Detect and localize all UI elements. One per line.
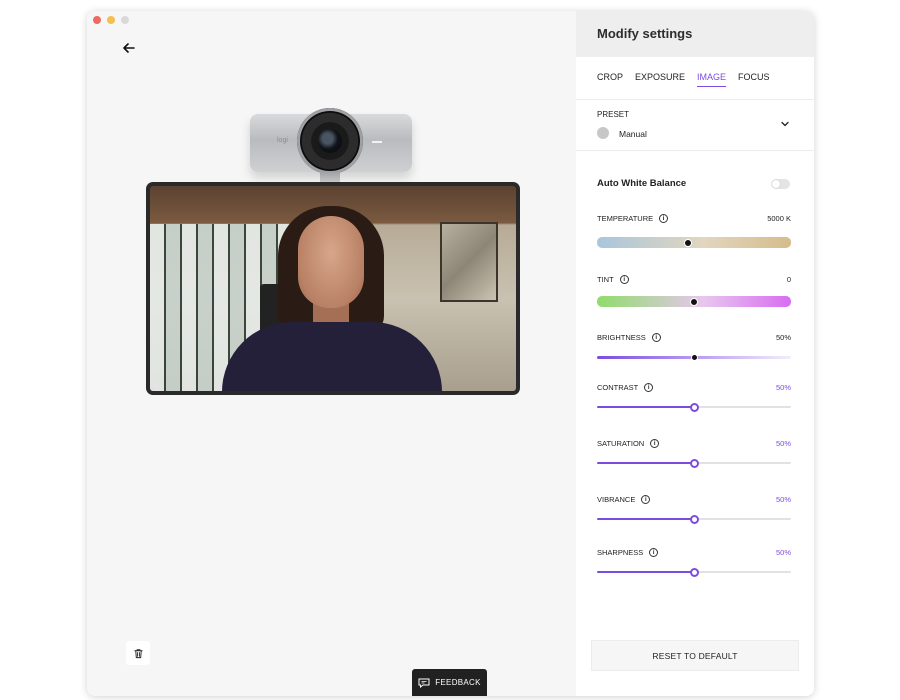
settings-tabs: CROP EXPOSURE IMAGE FOCUS: [597, 72, 770, 87]
reset-to-default-button[interactable]: RESET TO DEFAULT: [591, 640, 799, 671]
saturation-slider-handle[interactable]: [689, 458, 699, 468]
auto-white-balance-label: Auto White Balance: [597, 178, 687, 189]
preview-person-face: [298, 216, 364, 308]
tint-label-text: TINT: [597, 275, 614, 284]
chevron-down-icon: [781, 121, 789, 127]
zoom-window-button[interactable]: [121, 16, 129, 24]
sharpness-label-text: SHARPNESS: [597, 548, 644, 557]
preset-value: Manual: [619, 129, 647, 139]
brightness-label-text: BRIGHTNESS: [597, 333, 646, 342]
temperature-value: 5000 K: [767, 214, 791, 223]
info-icon[interactable]: i: [641, 495, 651, 504]
back-arrow-icon[interactable]: [122, 41, 136, 55]
window-controls: [93, 16, 129, 24]
minimize-window-button[interactable]: [107, 16, 115, 24]
tab-focus[interactable]: FOCUS: [738, 72, 770, 87]
info-icon[interactable]: i: [659, 214, 669, 223]
video-preview-frame: [146, 182, 520, 395]
tab-image[interactable]: IMAGE: [697, 72, 727, 87]
temperature-label-text: TEMPERATURE: [597, 214, 654, 223]
contrast-label-text: CONTRAST: [597, 383, 639, 392]
sharpness-label: SHARPNESS i: [597, 548, 659, 557]
feedback-label: FEEDBACK: [435, 678, 481, 687]
saturation-label: SATURATION i: [597, 439, 660, 448]
settings-panel: Modify settings CROP EXPOSURE IMAGE FOCU…: [576, 11, 814, 696]
info-icon[interactable]: i: [649, 548, 659, 557]
contrast-label: CONTRAST i: [597, 383, 654, 392]
temperature-slider-track[interactable]: [597, 237, 791, 248]
preset-dropdown[interactable]: PRESET Manual: [576, 99, 814, 151]
brightness-value: 50%: [775, 333, 791, 342]
tint-value: 0: [786, 275, 791, 284]
delete-button[interactable]: [126, 641, 150, 665]
sharpness-slider-handle[interactable]: [689, 567, 699, 577]
preview-background-painting: [440, 222, 498, 302]
feedback-icon: [418, 678, 430, 688]
vibrance-label: VIBRANCE i: [597, 495, 651, 504]
close-window-button[interactable]: [93, 16, 101, 24]
info-icon[interactable]: i: [644, 383, 654, 392]
info-icon[interactable]: i: [651, 333, 661, 342]
vibrance-label-text: VIBRANCE: [597, 495, 636, 504]
tab-exposure[interactable]: EXPOSURE: [635, 72, 685, 87]
trash-icon: [133, 648, 143, 658]
saturation-value: 50%: [775, 439, 791, 448]
vibrance-slider-handle[interactable]: [689, 514, 699, 524]
info-icon[interactable]: i: [650, 439, 660, 448]
temperature-label: TEMPERATURE i: [597, 214, 669, 223]
contrast-value: 50%: [775, 383, 791, 392]
panel-title: Modify settings: [576, 11, 814, 57]
info-icon[interactable]: i: [619, 275, 629, 284]
brightness-label: BRIGHTNESS i: [597, 333, 661, 342]
feedback-button[interactable]: FEEDBACK: [412, 669, 487, 696]
saturation-label-text: SATURATION: [597, 439, 645, 448]
preview-person-body: [222, 322, 442, 391]
tab-crop[interactable]: CROP: [597, 72, 623, 87]
webcam-lens-core: [318, 129, 342, 153]
video-preview: [150, 186, 516, 391]
auto-white-balance-toggle[interactable]: [771, 179, 790, 189]
temperature-slider-handle[interactable]: [684, 238, 693, 247]
webcam-logo: logi: [277, 137, 288, 144]
webcam-indicator: [372, 141, 382, 143]
preset-label: PRESET: [597, 110, 630, 119]
contrast-slider-handle[interactable]: [689, 402, 699, 412]
tint-label: TINT i: [597, 275, 629, 284]
tint-slider-handle[interactable]: [690, 297, 698, 306]
sharpness-value: 50%: [775, 548, 791, 557]
app-window: logi FEEDBACK Modify settings CROP EXPOS…: [87, 11, 814, 696]
vibrance-value: 50%: [775, 495, 791, 504]
brightness-slider-handle[interactable]: [690, 354, 698, 361]
preset-color-dot: [597, 127, 609, 139]
